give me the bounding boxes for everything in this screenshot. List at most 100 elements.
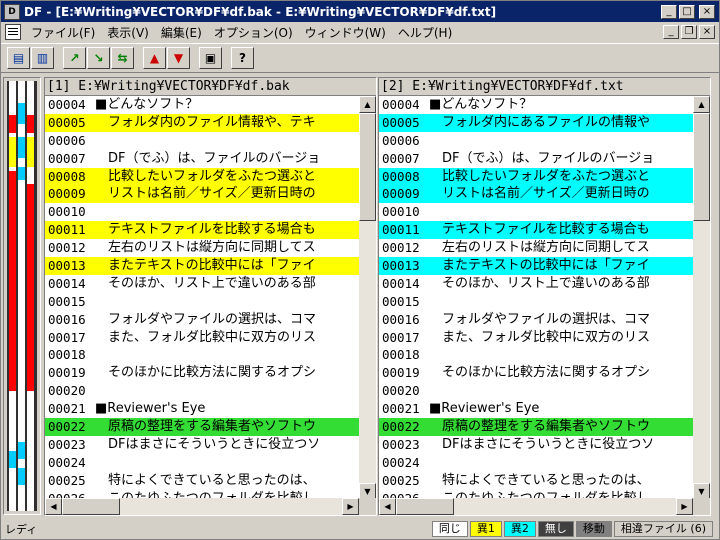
menu-bar: ファイル(F) 表示(V) 編集(E) オプション(O) ウィンドウ(W) ヘル… — [1, 22, 719, 42]
text-line[interactable]: 00022 原稿の整理をする編集者やソフトウ — [379, 418, 693, 436]
scroll-thumb[interactable] — [359, 113, 376, 221]
menu-options[interactable]: オプション(O) — [208, 24, 299, 41]
menu-window[interactable]: ウィンドウ(W) — [299, 24, 392, 41]
menu-edit[interactable]: 編集(E) — [155, 24, 208, 41]
maximize-button[interactable]: □ — [679, 4, 695, 19]
prev-diff-icon[interactable]: ↘ — [87, 47, 110, 69]
text-line[interactable]: 00022 原稿の整理をする編集者やソフトウ — [45, 418, 359, 436]
text-line[interactable]: 00021 ■Reviewer's Eye — [45, 400, 359, 418]
text-line[interactable]: 00016 フォルダやファイルの選択は、コマ — [45, 311, 359, 329]
text-line[interactable]: 00019 そのほかに比較方法に関するオプシ — [379, 364, 693, 382]
text-line[interactable]: 00014 そのほか、リスト上で違いのある部 — [379, 275, 693, 293]
text-line[interactable]: 00024 — [45, 454, 359, 472]
text-line[interactable]: 00011 テキストファイルを比較する場合も — [379, 221, 693, 240]
up-arrow-icon[interactable]: ▲ — [143, 47, 166, 69]
text-line[interactable]: 00005 フォルダ内のファイル情報や、テキ — [45, 113, 359, 132]
line-text: DFはまさにそういうときに役立つソ — [429, 436, 655, 452]
overview-diff-mark — [27, 115, 34, 133]
right-pane-header: [2] E:¥Writing¥VECTOR¥DF¥df.txt — [379, 78, 710, 96]
left-horizontal-scrollbar[interactable]: ◀ ▶ — [45, 498, 359, 515]
title-bar[interactable]: D DF - [E:¥Writing¥VECTOR¥DF¥df.bak - E:… — [1, 1, 719, 22]
scroll-thumb[interactable] — [396, 498, 454, 515]
text-line[interactable]: 00013 またテキストの比較中には「ファイ — [45, 257, 359, 275]
text-line[interactable]: 00024 — [379, 454, 693, 472]
text-line[interactable]: 00009 リストは名前／サイズ／更新日時の — [45, 185, 359, 204]
text-line[interactable]: 00015 — [379, 293, 693, 311]
scroll-right-button[interactable]: ▶ — [342, 498, 359, 515]
down-arrow-icon[interactable]: ▼ — [167, 47, 190, 69]
scroll-left-button[interactable]: ◀ — [45, 498, 62, 515]
close-button[interactable]: × — [699, 4, 715, 19]
text-line[interactable]: 00019 そのほかに比較方法に関するオプシ — [45, 364, 359, 382]
overview-column-left — [9, 81, 16, 511]
text-line[interactable]: 00020 — [379, 382, 693, 400]
window-icon[interactable]: ▣ — [199, 47, 222, 69]
text-line[interactable]: 00015 — [45, 293, 359, 311]
text-line[interactable]: 00008 比較したいフォルダをふたつ選ぶと — [45, 167, 359, 186]
child-restore-button[interactable]: ❐ — [681, 25, 697, 39]
text-line[interactable]: 00008 比較したいフォルダをふたつ選ぶと — [379, 167, 693, 186]
child-minimize-button[interactable]: _ — [663, 25, 679, 39]
text-line[interactable]: 00009 リストは名前／サイズ／更新日時の — [379, 185, 693, 204]
text-line[interactable]: 00007 DF（でふ）は、ファイルのバージョ — [379, 150, 693, 168]
text-line[interactable]: 00016 フォルダやファイルの選択は、コマ — [379, 311, 693, 329]
text-line[interactable]: 00025 特によくできていると思ったのは、 — [379, 472, 693, 490]
line-text: DF（でふ）は、ファイルのバージョ — [429, 150, 655, 166]
text-line[interactable]: 00010 — [379, 203, 693, 221]
left-pane-header: [1] E:¥Writing¥VECTOR¥DF¥df.bak — [45, 78, 376, 96]
menu-view[interactable]: 表示(V) — [101, 24, 155, 41]
document-icon[interactable] — [5, 24, 21, 40]
menu-file[interactable]: ファイル(F) — [25, 24, 101, 41]
open-folder-icon[interactable]: ▤ — [7, 47, 30, 69]
line-number: 00006 — [48, 132, 86, 148]
status-text: レディ — [5, 523, 38, 536]
text-line[interactable]: 00018 — [45, 346, 359, 364]
scroll-thumb[interactable] — [62, 498, 120, 515]
text-line[interactable]: 00011 テキストファイルを比較する場合も — [45, 221, 359, 240]
text-line[interactable]: 00020 — [45, 382, 359, 400]
scroll-right-button[interactable]: ▶ — [676, 498, 693, 515]
text-line[interactable]: 00006 — [45, 132, 359, 150]
child-close-button[interactable]: × — [699, 25, 715, 39]
menu-help[interactable]: ヘルプ(H) — [392, 24, 458, 41]
scroll-up-button[interactable]: ▲ — [359, 96, 376, 113]
help-icon[interactable]: ? — [231, 47, 254, 69]
overview-diff-mark — [18, 136, 25, 159]
text-line[interactable]: 00021 ■Reviewer's Eye — [379, 400, 693, 418]
line-number: 00015 — [48, 293, 86, 309]
text-line[interactable]: 00023 DFはまさにそういうときに役立つソ — [379, 436, 693, 454]
text-line[interactable]: 00023 DFはまさにそういうときに役立つソ — [45, 436, 359, 454]
text-line[interactable]: 00017 また、フォルダ比較中に双方のリス — [45, 329, 359, 347]
text-line[interactable]: 00018 — [379, 346, 693, 364]
next-diff-icon[interactable]: ↗ — [63, 47, 86, 69]
text-line[interactable]: 00014 そのほか、リスト上で違いのある部 — [45, 275, 359, 293]
scroll-left-button[interactable]: ◀ — [379, 498, 396, 515]
right-horizontal-scrollbar[interactable]: ◀ ▶ — [379, 498, 693, 515]
text-line[interactable]: 00013 またテキストの比較中には「ファイ — [379, 257, 693, 275]
right-vertical-scrollbar[interactable]: ▲ ▼ — [693, 96, 710, 500]
text-line[interactable]: 00012 左右のリストは縦方向に同期してス — [45, 239, 359, 257]
scroll-up-button[interactable]: ▲ — [693, 96, 710, 113]
text-line[interactable]: 00005 フォルダ内にあるファイルの情報や — [379, 113, 693, 132]
minimize-button[interactable]: _ — [661, 4, 677, 19]
text-line[interactable]: 00004 ■どんなソフト？ — [45, 96, 359, 114]
text-line[interactable]: 00025 特によくできていると思ったのは、 — [45, 472, 359, 490]
line-number: 00009 — [45, 185, 93, 204]
right-text-view[interactable]: 00004 ■どんなソフト？ 00005 フォルダ内にあるファイルの情報や 00006… — [379, 96, 693, 500]
swap-icon[interactable]: ⇆ — [111, 47, 134, 69]
line-number: 00017 — [48, 329, 86, 345]
text-line[interactable]: 00004 ■どんなソフト？ — [379, 96, 693, 114]
left-text-view[interactable]: 00004 ■どんなソフト？ 00005 フォルダ内のファイル情報や、テキ 00006… — [45, 96, 359, 500]
scroll-thumb[interactable] — [693, 113, 710, 221]
legend-item: 異1 — [469, 521, 502, 537]
text-line[interactable]: 00006 — [379, 132, 693, 150]
text-line[interactable]: 00017 また、フォルダ比較中に双方のリス — [379, 329, 693, 347]
line-number: 00004 — [382, 97, 420, 112]
text-line[interactable]: 00010 — [45, 203, 359, 221]
left-vertical-scrollbar[interactable]: ▲ ▼ — [359, 96, 376, 500]
text-line[interactable]: 00007 DF（でふ）は、ファイルのバージョ — [45, 150, 359, 168]
text-line[interactable]: 00012 左右のリストは縦方向に同期してス — [379, 239, 693, 257]
line-text: ■どんなソフト？ — [429, 97, 533, 112]
diff-overview-map[interactable] — [3, 77, 41, 515]
open-file-icon[interactable]: ▥ — [31, 47, 54, 69]
